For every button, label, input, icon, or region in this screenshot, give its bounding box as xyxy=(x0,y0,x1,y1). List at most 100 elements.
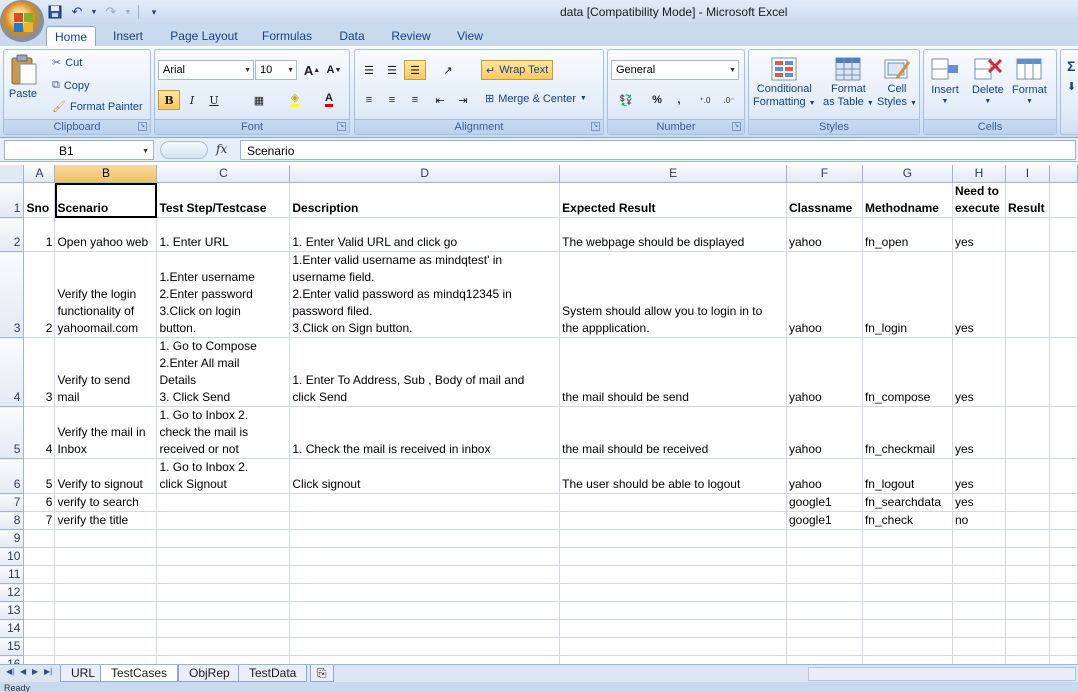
tab-insert[interactable]: Insert xyxy=(104,26,152,46)
cell-i10[interactable] xyxy=(1005,547,1050,566)
cell-h5[interactable]: yes xyxy=(952,406,1006,459)
cell-d12[interactable] xyxy=(289,583,561,602)
cell-f1[interactable]: Classname xyxy=(786,182,863,218)
formula-input[interactable]: Scenario xyxy=(240,140,1076,160)
cell-d14[interactable] xyxy=(289,619,561,638)
format-cells-button[interactable]: Format ▼ xyxy=(1012,56,1047,105)
cell-f10[interactable] xyxy=(786,547,863,566)
column-header-g[interactable]: G xyxy=(862,165,953,183)
sheet-tab-objrep[interactable]: ObjRep xyxy=(178,665,241,682)
cell-d2[interactable]: 1. Enter Valid URL and click go xyxy=(289,217,561,252)
column-header-i[interactable]: I xyxy=(1005,165,1050,183)
cell-e10[interactable] xyxy=(559,547,787,566)
tab-data[interactable]: Data xyxy=(330,26,374,46)
cell-h4[interactable]: yes xyxy=(952,337,1006,407)
select-all-corner[interactable] xyxy=(0,165,25,183)
cell-i8[interactable] xyxy=(1005,511,1050,530)
font-size-select[interactable]: 10 ▼ xyxy=(255,60,297,80)
conditional-formatting-button[interactable]: Conditional Formatting ▼ xyxy=(753,56,816,110)
column-header-a[interactable]: A xyxy=(23,165,56,183)
cell-a8[interactable]: 7 xyxy=(23,511,56,530)
cell-d9[interactable] xyxy=(289,529,561,548)
cell-b8[interactable]: verify the title xyxy=(54,511,158,530)
cell-g15[interactable] xyxy=(862,637,953,656)
cell-e6[interactable]: The user should be able to logout xyxy=(559,458,787,494)
cell-c1[interactable]: Test Step/Testcase xyxy=(156,182,291,218)
cell-b11[interactable] xyxy=(54,565,158,584)
cell-i11[interactable] xyxy=(1005,565,1050,584)
cell-f14[interactable] xyxy=(786,619,863,638)
cell-g5[interactable]: fn_checkmail xyxy=(862,406,953,459)
cell-a12[interactable] xyxy=(23,583,56,602)
copy-button[interactable]: ⧉ Copy xyxy=(52,79,90,92)
row-header[interactable]: 15 xyxy=(0,637,25,656)
cell-f7[interactable]: google1 xyxy=(786,493,863,512)
cell-a2[interactable]: 1 xyxy=(23,217,56,252)
cell-b12[interactable] xyxy=(54,583,158,602)
row-header[interactable]: 9 xyxy=(0,529,25,548)
align-right-button[interactable]: ≡ xyxy=(404,90,426,110)
cell-d11[interactable] xyxy=(289,565,561,584)
cell-d1[interactable]: Description xyxy=(289,182,561,218)
insert-cells-button[interactable]: Insert ▼ xyxy=(930,56,960,105)
cell-b1[interactable]: Scenario xyxy=(54,182,158,218)
sheet-tab-testcases[interactable]: TestCases xyxy=(100,665,179,682)
cell-g13[interactable] xyxy=(862,601,953,620)
delete-cells-button[interactable]: Delete ▼ xyxy=(972,56,1004,105)
cell-h3[interactable]: yes xyxy=(952,251,1006,338)
row-header[interactable]: 14 xyxy=(0,619,25,638)
cell-e3[interactable]: System should allow you to login in to t… xyxy=(559,251,787,338)
office-button[interactable] xyxy=(0,0,44,42)
cell-a9[interactable] xyxy=(23,529,56,548)
cell-f6[interactable]: yahoo xyxy=(786,458,863,494)
cell-c3[interactable]: 1.Enter username 2.Enter password 3.Clic… xyxy=(156,251,291,338)
cell-f12[interactable] xyxy=(786,583,863,602)
cell-h6[interactable]: yes xyxy=(952,458,1006,494)
row-header[interactable]: 6 xyxy=(0,458,25,494)
prev-sheet-icon[interactable]: ◀ xyxy=(20,667,26,676)
format-as-table-button[interactable]: Format as Table ▼ xyxy=(823,56,874,110)
cell-c2[interactable]: 1. Enter URL xyxy=(156,217,291,252)
cell-e14[interactable] xyxy=(559,619,787,638)
cell-d15[interactable] xyxy=(289,637,561,656)
cell-h16[interactable] xyxy=(952,655,1006,664)
cell-a7[interactable]: 6 xyxy=(23,493,56,512)
cell-b13[interactable] xyxy=(54,601,158,620)
cell-e1[interactable]: Expected Result xyxy=(559,182,787,218)
row-header[interactable]: 8 xyxy=(0,511,25,530)
sheet-tab-testdata[interactable]: TestData xyxy=(238,665,308,682)
row-header[interactable]: 16 xyxy=(0,655,25,664)
cell-h2[interactable]: yes xyxy=(952,217,1006,252)
cell-e12[interactable] xyxy=(559,583,787,602)
cell-a3[interactable]: 2 xyxy=(23,251,56,338)
cell-g10[interactable] xyxy=(862,547,953,566)
undo-dropdown-icon[interactable]: ▼ xyxy=(90,3,98,21)
cell-a6[interactable]: 5 xyxy=(23,458,56,494)
next-sheet-icon[interactable]: ▶ xyxy=(32,667,38,676)
cell-styles-button[interactable]: Cell Styles ▼ xyxy=(877,56,917,110)
cell-g9[interactable] xyxy=(862,529,953,548)
tab-formulas[interactable]: Formulas xyxy=(254,26,320,46)
cell-h8[interactable]: no xyxy=(952,511,1006,530)
increase-decimal-button[interactable]: ⁺.0 xyxy=(694,90,716,110)
tab-view[interactable]: View xyxy=(448,26,492,46)
cell-a15[interactable] xyxy=(23,637,56,656)
decrease-indent-button[interactable]: ⇤ xyxy=(429,90,451,110)
italic-button[interactable]: I xyxy=(181,90,203,110)
cell-d4[interactable]: 1. Enter To Address, Sub , Body of mail … xyxy=(289,337,561,407)
cell-i2[interactable] xyxy=(1005,217,1050,252)
column-header-f[interactable]: F xyxy=(786,165,863,183)
decrease-decimal-button[interactable]: .0⁻ xyxy=(718,90,740,110)
accounting-format-button[interactable]: 💱 xyxy=(611,90,641,110)
align-middle-button[interactable]: ☰ xyxy=(381,60,403,80)
customize-qat-icon[interactable]: ▾ xyxy=(145,3,163,21)
row-header[interactable]: 5 xyxy=(0,406,25,459)
cell-d6[interactable]: Click signout xyxy=(289,458,561,494)
cell-d3[interactable]: 1.Enter valid username as mindqtest' in … xyxy=(289,251,561,338)
font-color-button[interactable]: A xyxy=(315,90,343,110)
autosum-icon[interactable]: Σ xyxy=(1067,58,1075,74)
cell-c8[interactable] xyxy=(156,511,291,530)
shrink-font-button[interactable]: A ▼ xyxy=(323,60,345,80)
underline-button[interactable]: U xyxy=(203,90,225,110)
cell-a13[interactable] xyxy=(23,601,56,620)
